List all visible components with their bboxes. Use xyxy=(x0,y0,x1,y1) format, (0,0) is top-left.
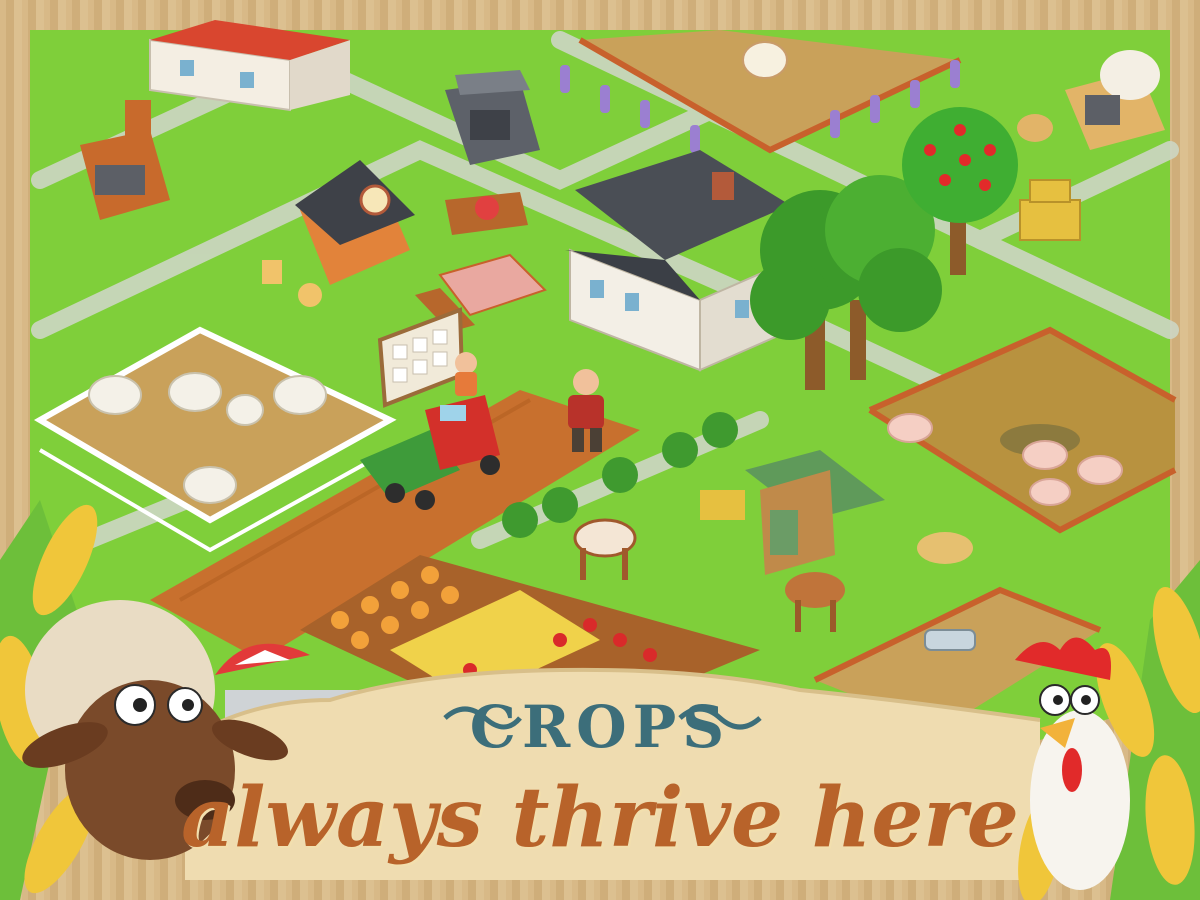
horse xyxy=(917,532,973,564)
sheep xyxy=(226,394,264,426)
pig xyxy=(1029,478,1071,506)
sheep xyxy=(183,466,237,504)
sheep xyxy=(168,372,222,412)
game-screenshot: CROPS always thrive here xyxy=(0,0,1200,900)
hay-bales xyxy=(1019,179,1081,241)
sheep xyxy=(273,375,327,415)
pig xyxy=(1077,455,1123,485)
sheep xyxy=(88,375,142,415)
pig xyxy=(1022,440,1068,470)
farm-scene xyxy=(0,20,1200,900)
pig xyxy=(887,413,933,443)
farmer-girl xyxy=(455,352,477,396)
cow xyxy=(742,41,788,79)
